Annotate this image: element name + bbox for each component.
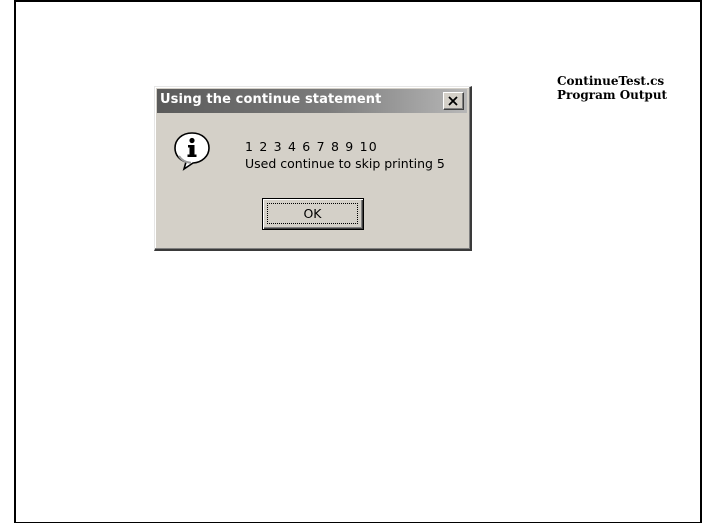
ok-button[interactable]: OK — [262, 198, 364, 230]
slide-caption: ContinueTest.cs Program Output — [557, 74, 667, 102]
information-icon — [174, 132, 210, 171]
caption-subtitle: Program Output — [557, 88, 668, 102]
close-button[interactable] — [443, 92, 464, 110]
dialog-title: Using the continue statement — [160, 92, 382, 107]
dialog-titlebar[interactable]: Using the continue statement — [157, 89, 467, 113]
message-text: Used continue to skip printing 5 — [245, 156, 445, 171]
message-numbers: 1 2 3 4 6 7 8 9 10 — [245, 139, 378, 154]
message-box-dialog: Using the continue statement 1 2 3 4 6 7… — [154, 86, 472, 251]
caption-filename: ContinueTest.cs — [557, 74, 665, 88]
close-icon — [448, 96, 458, 106]
ok-button-label: OK — [267, 203, 358, 224]
